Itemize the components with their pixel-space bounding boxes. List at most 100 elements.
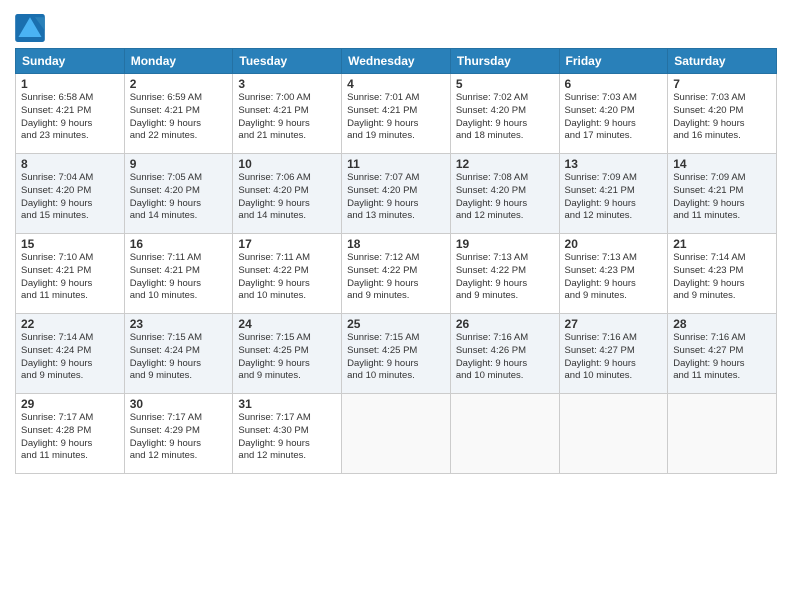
days-of-week-header: SundayMondayTuesdayWednesdayThursdayFrid… bbox=[16, 49, 777, 74]
day-number: 14 bbox=[673, 157, 771, 171]
day-number: 20 bbox=[565, 237, 663, 251]
calendar-day: 28Sunrise: 7:16 AM Sunset: 4:27 PM Dayli… bbox=[668, 314, 777, 394]
day-info: Sunrise: 7:07 AM Sunset: 4:20 PM Dayligh… bbox=[347, 172, 445, 223]
calendar-day: 2Sunrise: 6:59 AM Sunset: 4:21 PM Daylig… bbox=[124, 74, 233, 154]
day-info: Sunrise: 7:11 AM Sunset: 4:22 PM Dayligh… bbox=[238, 252, 336, 303]
day-info: Sunrise: 7:01 AM Sunset: 4:21 PM Dayligh… bbox=[347, 92, 445, 143]
day-number: 4 bbox=[347, 77, 445, 91]
calendar-day: 13Sunrise: 7:09 AM Sunset: 4:21 PM Dayli… bbox=[559, 154, 668, 234]
calendar-day: 24Sunrise: 7:15 AM Sunset: 4:25 PM Dayli… bbox=[233, 314, 342, 394]
day-info: Sunrise: 7:13 AM Sunset: 4:22 PM Dayligh… bbox=[456, 252, 554, 303]
day-number: 30 bbox=[130, 397, 228, 411]
calendar-day bbox=[559, 394, 668, 474]
calendar-day: 4Sunrise: 7:01 AM Sunset: 4:21 PM Daylig… bbox=[342, 74, 451, 154]
day-number: 23 bbox=[130, 317, 228, 331]
calendar-table: SundayMondayTuesdayWednesdayThursdayFrid… bbox=[15, 48, 777, 474]
day-number: 16 bbox=[130, 237, 228, 251]
calendar-day: 7Sunrise: 7:03 AM Sunset: 4:20 PM Daylig… bbox=[668, 74, 777, 154]
day-info: Sunrise: 7:02 AM Sunset: 4:20 PM Dayligh… bbox=[456, 92, 554, 143]
calendar-day: 14Sunrise: 7:09 AM Sunset: 4:21 PM Dayli… bbox=[668, 154, 777, 234]
day-number: 2 bbox=[130, 77, 228, 91]
calendar-day: 31Sunrise: 7:17 AM Sunset: 4:30 PM Dayli… bbox=[233, 394, 342, 474]
day-number: 26 bbox=[456, 317, 554, 331]
dow-header-cell: Friday bbox=[559, 49, 668, 74]
dow-header-cell: Tuesday bbox=[233, 49, 342, 74]
day-number: 1 bbox=[21, 77, 119, 91]
day-number: 28 bbox=[673, 317, 771, 331]
day-number: 13 bbox=[565, 157, 663, 171]
calendar-body: 1Sunrise: 6:58 AM Sunset: 4:21 PM Daylig… bbox=[16, 74, 777, 474]
calendar-day: 11Sunrise: 7:07 AM Sunset: 4:20 PM Dayli… bbox=[342, 154, 451, 234]
day-number: 8 bbox=[21, 157, 119, 171]
day-info: Sunrise: 7:17 AM Sunset: 4:28 PM Dayligh… bbox=[21, 412, 119, 463]
calendar-day: 1Sunrise: 6:58 AM Sunset: 4:21 PM Daylig… bbox=[16, 74, 125, 154]
calendar-day: 12Sunrise: 7:08 AM Sunset: 4:20 PM Dayli… bbox=[450, 154, 559, 234]
day-number: 17 bbox=[238, 237, 336, 251]
day-number: 15 bbox=[21, 237, 119, 251]
day-info: Sunrise: 7:11 AM Sunset: 4:21 PM Dayligh… bbox=[130, 252, 228, 303]
day-number: 27 bbox=[565, 317, 663, 331]
day-number: 31 bbox=[238, 397, 336, 411]
calendar-day: 25Sunrise: 7:15 AM Sunset: 4:25 PM Dayli… bbox=[342, 314, 451, 394]
day-number: 19 bbox=[456, 237, 554, 251]
calendar-day: 29Sunrise: 7:17 AM Sunset: 4:28 PM Dayli… bbox=[16, 394, 125, 474]
header bbox=[15, 10, 777, 42]
calendar-day: 19Sunrise: 7:13 AM Sunset: 4:22 PM Dayli… bbox=[450, 234, 559, 314]
day-info: Sunrise: 7:16 AM Sunset: 4:27 PM Dayligh… bbox=[673, 332, 771, 383]
calendar-day: 26Sunrise: 7:16 AM Sunset: 4:26 PM Dayli… bbox=[450, 314, 559, 394]
day-number: 10 bbox=[238, 157, 336, 171]
day-number: 11 bbox=[347, 157, 445, 171]
calendar-day bbox=[342, 394, 451, 474]
day-number: 21 bbox=[673, 237, 771, 251]
day-number: 25 bbox=[347, 317, 445, 331]
dow-header-cell: Thursday bbox=[450, 49, 559, 74]
calendar-day: 3Sunrise: 7:00 AM Sunset: 4:21 PM Daylig… bbox=[233, 74, 342, 154]
day-number: 5 bbox=[456, 77, 554, 91]
day-info: Sunrise: 7:14 AM Sunset: 4:23 PM Dayligh… bbox=[673, 252, 771, 303]
dow-header-cell: Wednesday bbox=[342, 49, 451, 74]
day-info: Sunrise: 6:59 AM Sunset: 4:21 PM Dayligh… bbox=[130, 92, 228, 143]
calendar-week: 22Sunrise: 7:14 AM Sunset: 4:24 PM Dayli… bbox=[16, 314, 777, 394]
day-number: 29 bbox=[21, 397, 119, 411]
calendar-day bbox=[450, 394, 559, 474]
calendar-day: 15Sunrise: 7:10 AM Sunset: 4:21 PM Dayli… bbox=[16, 234, 125, 314]
calendar-week: 1Sunrise: 6:58 AM Sunset: 4:21 PM Daylig… bbox=[16, 74, 777, 154]
calendar-day: 8Sunrise: 7:04 AM Sunset: 4:20 PM Daylig… bbox=[16, 154, 125, 234]
calendar-week: 8Sunrise: 7:04 AM Sunset: 4:20 PM Daylig… bbox=[16, 154, 777, 234]
calendar-day: 6Sunrise: 7:03 AM Sunset: 4:20 PM Daylig… bbox=[559, 74, 668, 154]
day-info: Sunrise: 7:08 AM Sunset: 4:20 PM Dayligh… bbox=[456, 172, 554, 223]
calendar-week: 29Sunrise: 7:17 AM Sunset: 4:28 PM Dayli… bbox=[16, 394, 777, 474]
day-info: Sunrise: 7:16 AM Sunset: 4:26 PM Dayligh… bbox=[456, 332, 554, 383]
calendar-day: 17Sunrise: 7:11 AM Sunset: 4:22 PM Dayli… bbox=[233, 234, 342, 314]
day-number: 12 bbox=[456, 157, 554, 171]
day-info: Sunrise: 7:03 AM Sunset: 4:20 PM Dayligh… bbox=[565, 92, 663, 143]
day-info: Sunrise: 7:03 AM Sunset: 4:20 PM Dayligh… bbox=[673, 92, 771, 143]
day-number: 3 bbox=[238, 77, 336, 91]
calendar-day: 22Sunrise: 7:14 AM Sunset: 4:24 PM Dayli… bbox=[16, 314, 125, 394]
day-info: Sunrise: 7:09 AM Sunset: 4:21 PM Dayligh… bbox=[673, 172, 771, 223]
day-info: Sunrise: 7:17 AM Sunset: 4:29 PM Dayligh… bbox=[130, 412, 228, 463]
calendar-day: 16Sunrise: 7:11 AM Sunset: 4:21 PM Dayli… bbox=[124, 234, 233, 314]
day-number: 24 bbox=[238, 317, 336, 331]
day-number: 18 bbox=[347, 237, 445, 251]
calendar-day: 5Sunrise: 7:02 AM Sunset: 4:20 PM Daylig… bbox=[450, 74, 559, 154]
day-info: Sunrise: 7:13 AM Sunset: 4:23 PM Dayligh… bbox=[565, 252, 663, 303]
day-info: Sunrise: 7:09 AM Sunset: 4:21 PM Dayligh… bbox=[565, 172, 663, 223]
day-info: Sunrise: 7:17 AM Sunset: 4:30 PM Dayligh… bbox=[238, 412, 336, 463]
day-info: Sunrise: 7:12 AM Sunset: 4:22 PM Dayligh… bbox=[347, 252, 445, 303]
dow-header-cell: Monday bbox=[124, 49, 233, 74]
day-info: Sunrise: 6:58 AM Sunset: 4:21 PM Dayligh… bbox=[21, 92, 119, 143]
day-info: Sunrise: 7:05 AM Sunset: 4:20 PM Dayligh… bbox=[130, 172, 228, 223]
day-info: Sunrise: 7:06 AM Sunset: 4:20 PM Dayligh… bbox=[238, 172, 336, 223]
calendar-day: 10Sunrise: 7:06 AM Sunset: 4:20 PM Dayli… bbox=[233, 154, 342, 234]
day-number: 7 bbox=[673, 77, 771, 91]
day-info: Sunrise: 7:00 AM Sunset: 4:21 PM Dayligh… bbox=[238, 92, 336, 143]
day-info: Sunrise: 7:15 AM Sunset: 4:25 PM Dayligh… bbox=[238, 332, 336, 383]
day-info: Sunrise: 7:14 AM Sunset: 4:24 PM Dayligh… bbox=[21, 332, 119, 383]
dow-header-cell: Sunday bbox=[16, 49, 125, 74]
calendar-day: 18Sunrise: 7:12 AM Sunset: 4:22 PM Dayli… bbox=[342, 234, 451, 314]
day-info: Sunrise: 7:10 AM Sunset: 4:21 PM Dayligh… bbox=[21, 252, 119, 303]
calendar-day: 30Sunrise: 7:17 AM Sunset: 4:29 PM Dayli… bbox=[124, 394, 233, 474]
calendar-day: 9Sunrise: 7:05 AM Sunset: 4:20 PM Daylig… bbox=[124, 154, 233, 234]
day-number: 9 bbox=[130, 157, 228, 171]
